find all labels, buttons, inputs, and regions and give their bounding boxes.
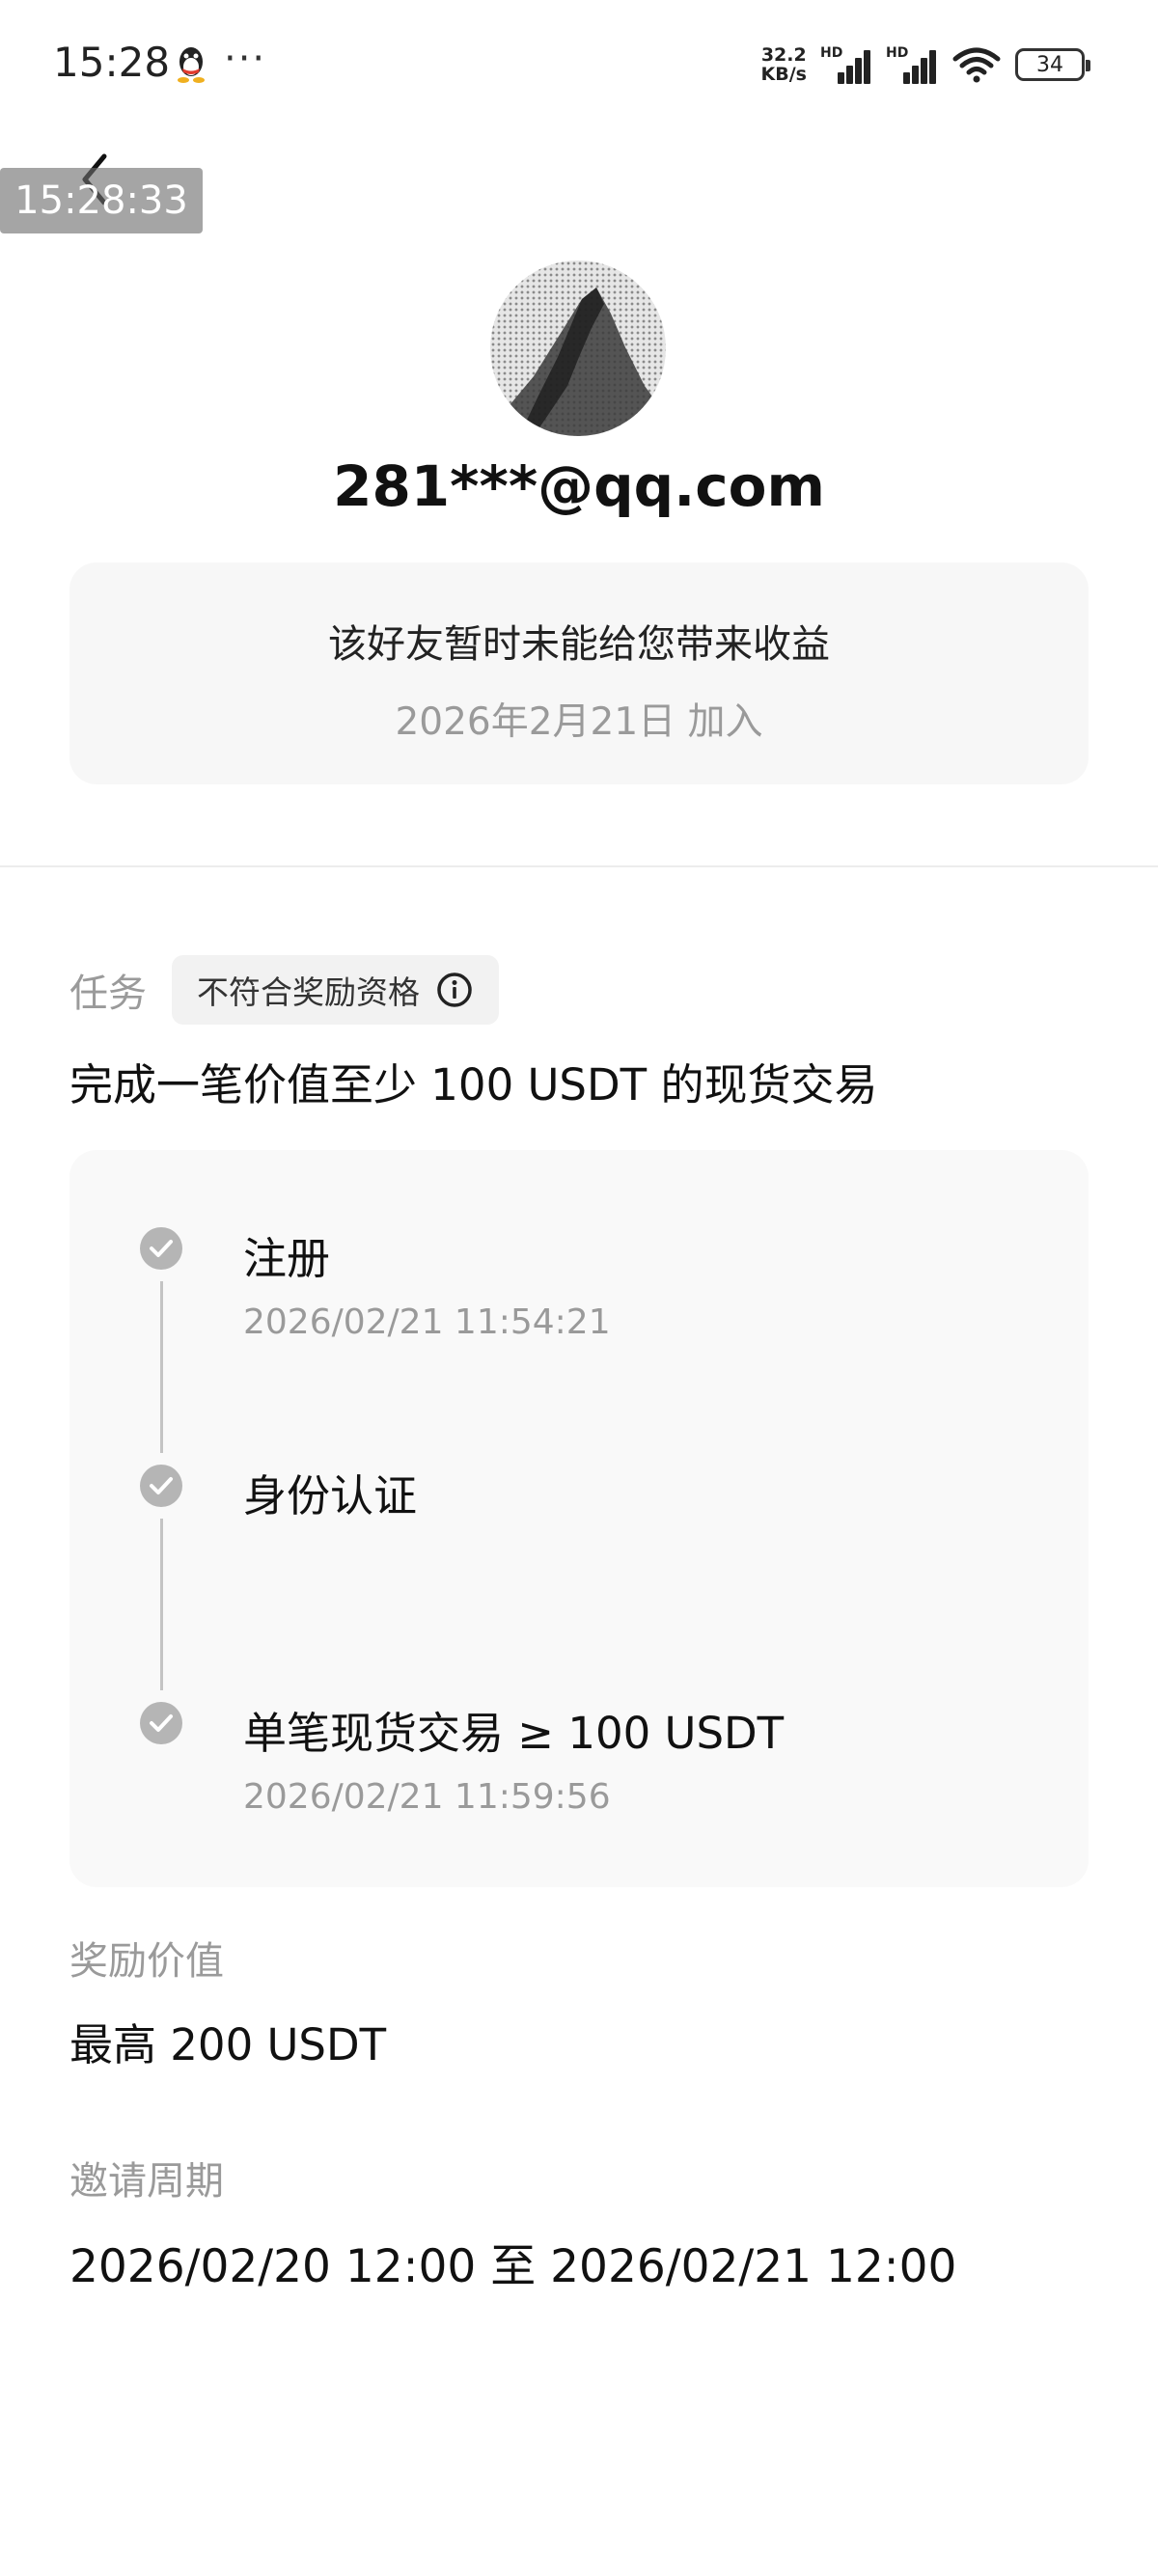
check-circle-icon [140, 1465, 182, 1507]
step-title: 单笔现货交易 ≥ 100 USDT [243, 1708, 785, 1759]
eligibility-badge-label: 不符合奖励资格 [197, 973, 420, 1011]
eligibility-badge[interactable]: 不符合奖励资格 [172, 955, 499, 1025]
signal-icon: HD [820, 45, 872, 84]
network-speed-value: 32.2 [760, 44, 807, 66]
status-indicators: 32.2 KB/s HD HD 34 [761, 42, 1090, 87]
battery-level: 34 [1036, 52, 1063, 77]
step-time: 2026/02/21 11:54:21 [243, 1302, 611, 1342]
invite-period-label: 邀请周期 [69, 2159, 224, 2204]
time-overlay: 15:28:33 [0, 168, 203, 233]
battery-icon: 34 [1015, 48, 1090, 81]
joined-date: 2026年2月21日 加入 [395, 700, 763, 744]
step-connector [160, 1519, 163, 1690]
earnings-message: 该好友暂时未能给您带来收益 [328, 622, 830, 667]
status-time: 15:28 [53, 39, 171, 86]
mountain-avatar-image [490, 288, 666, 436]
status-bar: 15:28 ··· 32.2 KB/s HD HD 34 [0, 0, 1158, 125]
qq-icon [178, 47, 205, 83]
reward-label: 奖励价值 [69, 1939, 224, 1984]
invite-period-value: 2026/02/20 12:00 至 2026/02/21 12:00 [69, 2240, 957, 2293]
more-icon: ··· [224, 37, 267, 81]
step-connector [160, 1281, 163, 1453]
check-circle-icon [140, 1227, 182, 1270]
task-label: 任务 [69, 972, 147, 1016]
reward-value: 最高 200 USDT [69, 2019, 387, 2070]
signal-icon-2: HD [886, 45, 938, 84]
signal-hd-label-2: HD [886, 45, 909, 61]
earnings-info-card: 该好友暂时未能给您带来收益 2026年2月21日 加入 [69, 562, 1089, 784]
check-circle-icon [140, 1702, 182, 1744]
signal-hd-label: HD [820, 45, 843, 61]
avatar [490, 260, 666, 436]
step-time: 2026/02/21 11:59:56 [243, 1777, 611, 1817]
task-description: 完成一笔价值至少 100 USDT 的现货交易 [69, 1059, 878, 1110]
task-steps-card: 注册 2026/02/21 11:54:21 身份认证 单笔现货交易 ≥ 100… [69, 1150, 1089, 1887]
user-email: 281***@qq.com [333, 453, 825, 519]
network-speed-unit: KB/s [760, 64, 807, 85]
network-speed: 32.2 KB/s [761, 45, 807, 84]
section-divider [0, 865, 1158, 867]
task-header: 任务 不符合奖励资格 [69, 955, 499, 1025]
step-title: 身份认证 [243, 1470, 418, 1521]
info-icon[interactable] [435, 971, 474, 1009]
wifi-icon [952, 47, 1001, 83]
step-title: 注册 [243, 1233, 331, 1284]
